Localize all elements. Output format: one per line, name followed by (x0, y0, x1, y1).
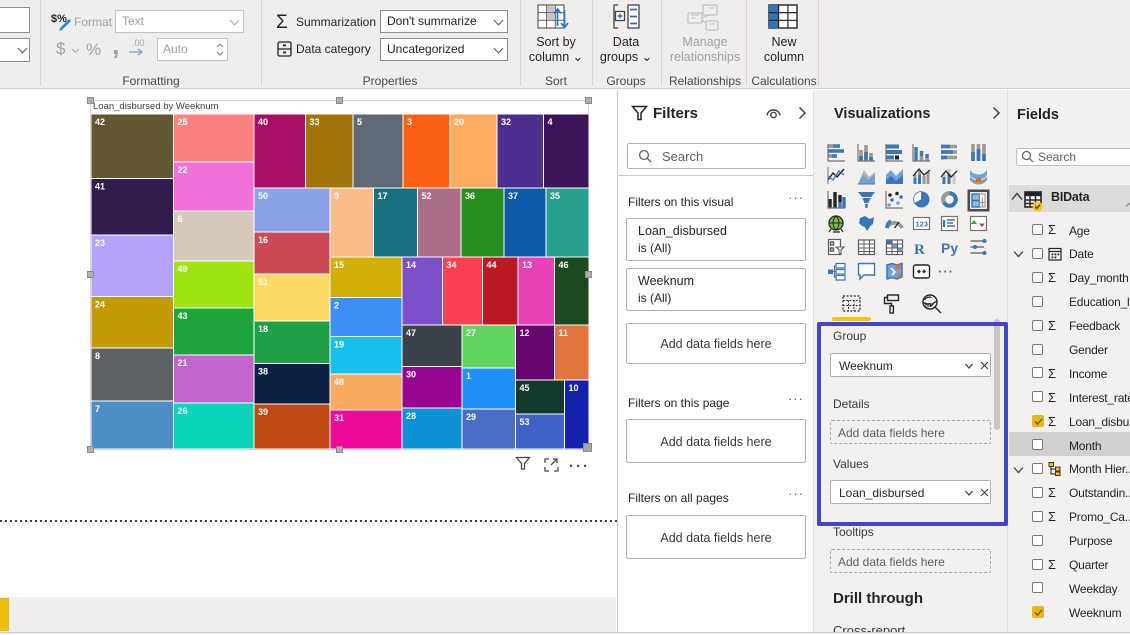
svg-text:44: 44 (486, 260, 496, 270)
svg-text:2: 2 (334, 300, 339, 310)
svg-text:13: 13 (522, 260, 532, 270)
svg-text:Py: Py (941, 240, 958, 256)
svg-text:23: 23 (95, 238, 105, 248)
svg-text:6: 6 (177, 214, 182, 224)
svg-text:19: 19 (334, 339, 344, 349)
svg-text:35: 35 (550, 191, 560, 201)
svg-text:12: 12 (519, 328, 529, 338)
svg-text:27: 27 (466, 328, 476, 338)
svg-text:28: 28 (406, 411, 416, 421)
svg-text:48: 48 (334, 377, 344, 387)
svg-text:15: 15 (334, 260, 344, 270)
svg-text:51: 51 (258, 277, 268, 287)
svg-text:30: 30 (406, 369, 416, 379)
svg-text:52: 52 (421, 191, 431, 201)
svg-text:123: 123 (916, 220, 929, 229)
svg-text:5: 5 (357, 117, 362, 127)
svg-text:29: 29 (466, 412, 476, 422)
svg-text:36: 36 (465, 191, 475, 201)
svg-text:18: 18 (258, 324, 268, 334)
svg-text:1: 1 (466, 371, 471, 381)
svg-text:26: 26 (177, 406, 187, 416)
svg-text:21: 21 (177, 358, 187, 368)
svg-text:···: ··· (938, 264, 954, 279)
svg-text:43: 43 (177, 311, 187, 321)
svg-text:37: 37 (508, 191, 518, 201)
svg-text:42: 42 (95, 117, 105, 127)
svg-text:11: 11 (558, 328, 568, 338)
svg-text:24: 24 (95, 299, 105, 309)
svg-text:38: 38 (258, 366, 268, 376)
svg-text:25: 25 (177, 117, 187, 127)
svg-text:14: 14 (406, 260, 416, 270)
svg-text:10: 10 (568, 383, 578, 393)
svg-text:16: 16 (258, 235, 268, 245)
svg-text:49: 49 (177, 264, 187, 274)
svg-text:50: 50 (258, 191, 268, 201)
svg-text:R: R (914, 242, 925, 258)
svg-text:4: 4 (547, 117, 552, 127)
svg-text:40: 40 (258, 117, 268, 127)
svg-text:39: 39 (258, 407, 268, 417)
svg-text:47: 47 (406, 328, 416, 338)
svg-text:32: 32 (501, 117, 511, 127)
svg-text:45: 45 (519, 383, 529, 393)
svg-text:7: 7 (95, 404, 100, 414)
svg-text:46: 46 (558, 260, 568, 270)
svg-text:20: 20 (454, 117, 464, 127)
svg-text:31: 31 (334, 413, 344, 423)
svg-text:34: 34 (446, 260, 456, 270)
svg-text:53: 53 (519, 417, 529, 427)
svg-text:3: 3 (407, 117, 412, 127)
svg-text:22: 22 (177, 165, 187, 175)
svg-text:9: 9 (334, 191, 339, 201)
svg-text:17: 17 (377, 191, 387, 201)
svg-text:33: 33 (309, 117, 319, 127)
svg-text:41: 41 (95, 181, 105, 191)
svg-text:8: 8 (95, 351, 100, 361)
